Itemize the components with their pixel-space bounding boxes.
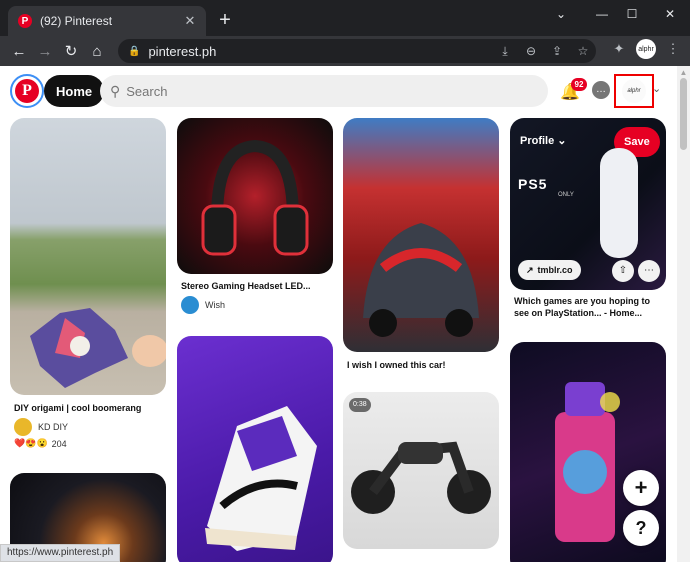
more-options-icon[interactable]: ⋯ [638,260,660,282]
pinterest-page: P Home ⚲ 🔔 92 … alphr ⌄ DIY origami | co… [0,66,690,562]
notification-count-badge: 92 [571,78,587,91]
search-icon: ⚲ [110,82,121,99]
search-bar[interactable]: ⚲ [100,75,548,107]
pin-author-origami[interactable]: KD DIY [14,418,68,436]
account-chevron-down-icon[interactable]: ⌄ [652,82,661,95]
share-icon[interactable]: ⇪ [544,44,570,58]
pin-profile-label: Profile [520,135,555,147]
scroll-up-arrow-icon[interactable]: ▲ [677,68,690,77]
reaction-wow-icon: 😮 [36,438,48,448]
author-avatar [14,418,32,436]
pinterest-logo-button[interactable]: P [10,74,44,108]
pin-reactions-origami[interactable]: ❤️ 😍 😮 204 [14,438,67,449]
ps5-brand-text: PS5 [518,176,548,192]
bookmark-star-icon[interactable]: ☆ [570,44,596,58]
pin-image-motorcycle[interactable]: 0:38 [343,392,499,549]
pin-image-sneaker[interactable] [177,336,333,562]
browser-profile-avatar[interactable]: alphr [636,39,656,59]
ps5-brand-sub: ONLY [558,192,574,198]
forward-arrow-icon[interactable]: → [32,38,58,64]
browser-tab[interactable]: P (92) Pinterest ✕ [8,6,206,36]
create-pin-button[interactable]: + [623,470,659,506]
zoom-icon[interactable]: ⊖ [518,44,544,58]
status-bar-url: https://www.pinterest.ph [0,544,121,562]
browser-toolbar: ← → ↻ ⌂ 🔒 pinterest.ph ⤓ ⊖ ⇪ ☆ ✦ alphr ⋮ [0,36,690,66]
profile-avatar[interactable]: alphr [622,79,646,103]
source-link-label: tmblr.co [537,265,573,275]
reaction-count: 204 [51,438,67,449]
pin-caption-ps5[interactable]: Which games are you hoping to see on Pla… [514,295,664,319]
scroll-thumb[interactable] [680,78,687,150]
pin-image-headset[interactable] [177,118,333,274]
reload-icon[interactable]: ↻ [58,38,84,64]
search-input[interactable] [126,83,527,99]
reaction-heart-icon: ❤️ [14,438,26,448]
address-bar[interactable]: 🔒 pinterest.ph ⤓ ⊖ ⇪ ☆ [118,39,596,63]
help-button[interactable]: ? [623,510,659,546]
red-sports-car-image [363,223,479,337]
messages-icon[interactable]: … [592,81,610,99]
ps5-console-image [600,148,638,258]
close-window-button[interactable]: ✕ [655,3,685,25]
gaming-headset-image [201,139,309,256]
pin-profile-dropdown[interactable]: Profile ⌄ [520,134,567,147]
lock-icon[interactable]: 🔒 [128,46,140,57]
pin-image-origami[interactable] [10,118,166,395]
profile-avatar-highlight[interactable]: alphr [614,74,654,108]
url-text[interactable]: pinterest.ph [148,44,492,59]
pin-caption-car[interactable]: I wish I owned this car! [347,359,497,371]
pinterest-header: P Home ⚲ 🔔 92 … alphr ⌄ [0,66,676,116]
extensions-icon[interactable]: ✦ [606,41,632,57]
author-name: KD DIY [38,422,69,432]
author-avatar [181,296,199,314]
new-tab-button[interactable]: + [214,9,236,31]
pinterest-logo-icon: P [15,79,39,103]
pin-author-headset[interactable]: Wish [181,296,225,314]
minimize-button[interactable]: — [587,3,617,25]
menu-icon[interactable]: ⋮ [660,41,686,57]
pin-caption-headset[interactable]: Stereo Gaming Headset LED... [181,280,331,292]
page-scrollbar[interactable]: ▲ [677,66,690,562]
share-pin-icon[interactable]: ⇧ [612,260,634,282]
motorcycle-image [351,441,491,514]
pin-image-ps5[interactable]: Profile ⌄ Save PS5 ONLY ↗ tmblr.co ⇧ ⋯ [510,118,666,290]
sneaker-image [205,406,317,551]
origami-star-image [30,308,166,388]
tab-search-icon[interactable]: ⌄ [546,3,576,25]
reaction-love-icon: 😍 [25,438,37,448]
home-icon[interactable]: ⌂ [84,38,110,64]
maximize-button[interactable]: ☐ [617,3,647,25]
install-icon[interactable]: ⤓ [492,44,518,59]
video-duration-badge: 0:38 [349,398,371,412]
pinterest-favicon-icon: P [18,14,32,28]
author-name: Wish [205,300,225,310]
tab-title: (92) Pinterest [40,14,113,28]
home-button[interactable]: Home [44,75,105,107]
pin-image-car[interactable] [343,118,499,352]
source-link-button[interactable]: ↗ tmblr.co [518,260,581,280]
pin-caption-origami[interactable]: DIY origami | cool boomerang [14,402,164,414]
back-arrow-icon[interactable]: ← [6,38,32,64]
tab-close-icon[interactable]: ✕ [180,13,200,29]
browser-tab-bar: P (92) Pinterest ✕ + ⌄ — ☐ ✕ [0,0,690,36]
